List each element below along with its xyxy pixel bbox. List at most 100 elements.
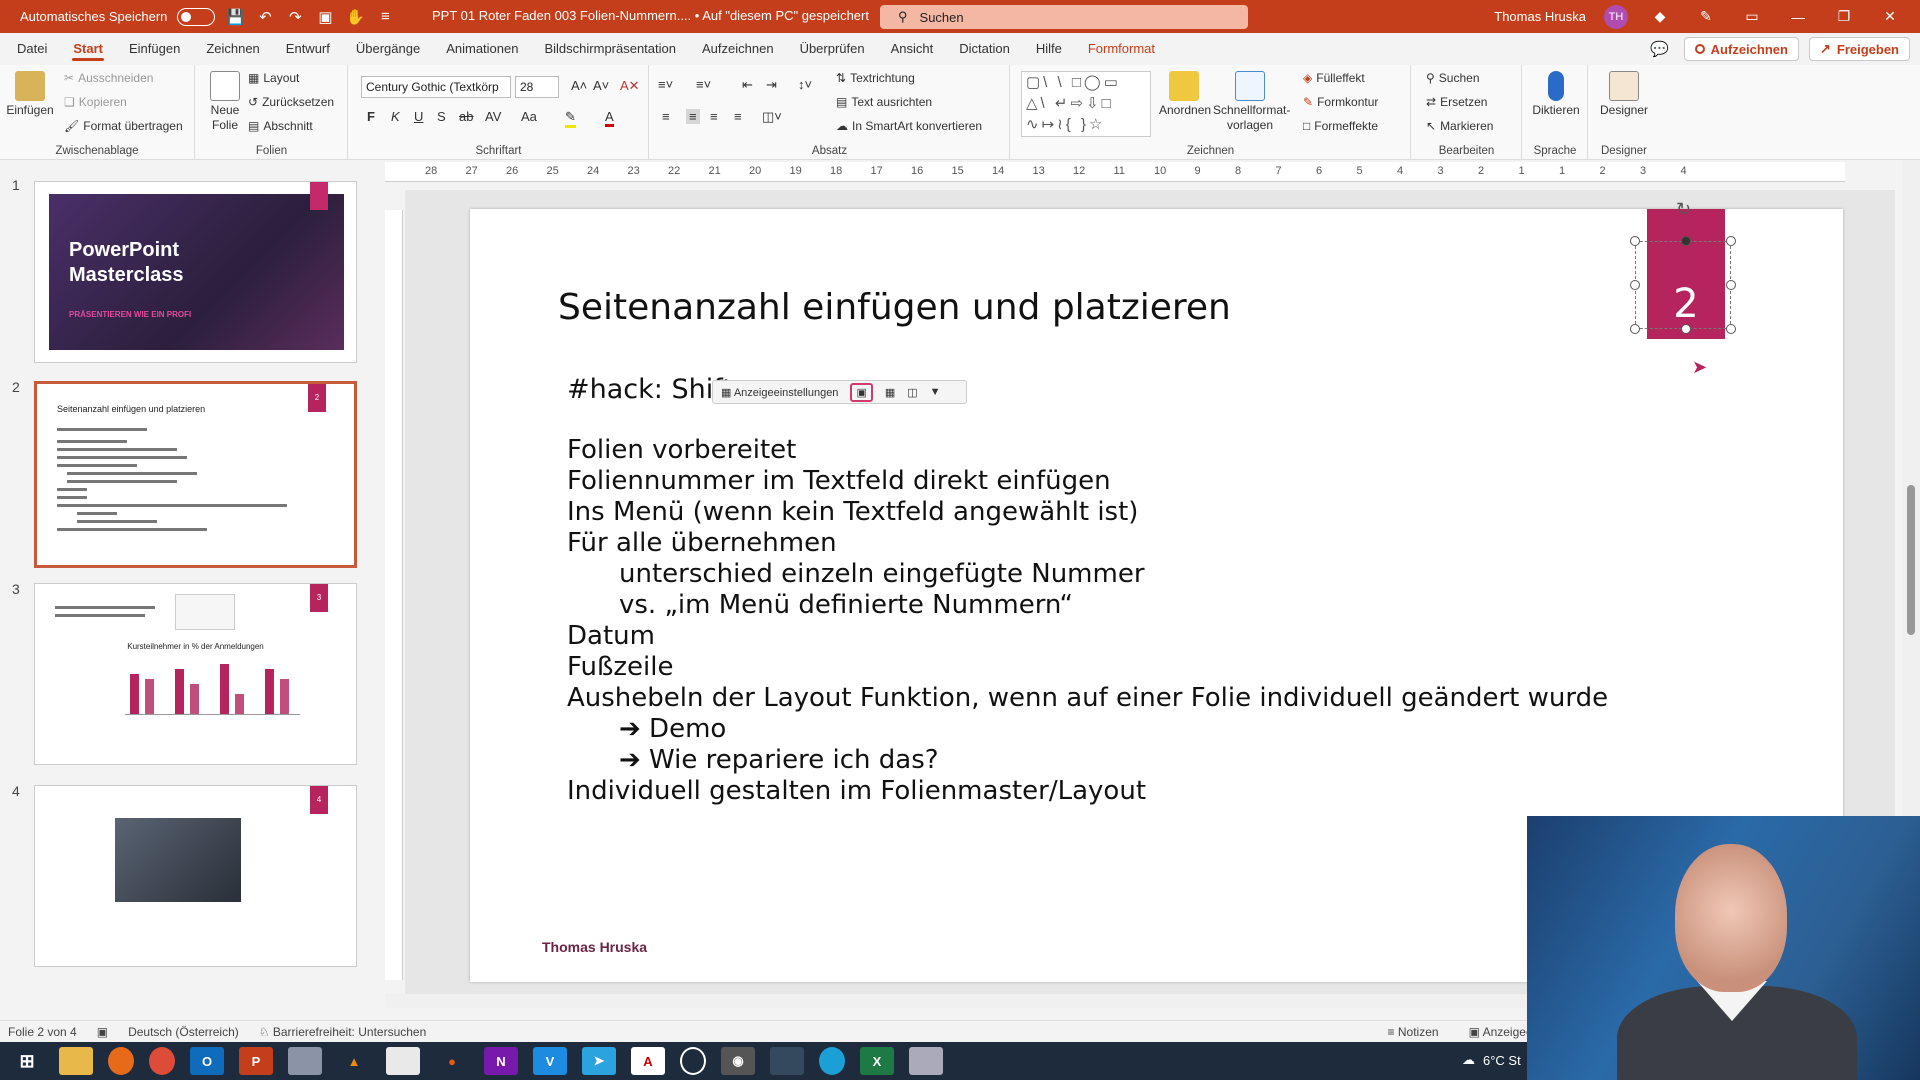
hack-text[interactable]: #hack: Shift (567, 374, 733, 405)
weather-widget[interactable]: ☁ 6°C St (1462, 1052, 1521, 1068)
customize-icon[interactable]: ≡ (375, 7, 395, 27)
obs-icon[interactable] (680, 1047, 706, 1075)
decrease-indent-icon[interactable]: ⇤ (742, 77, 753, 93)
record-button[interactable]: Aufzeichnen (1683, 37, 1799, 61)
shapes-gallery[interactable]: ▢\ \ □◯▭ △\ ↵⇨⇩□ ∿↦≀{ }☆ (1021, 71, 1151, 137)
font-color-icon[interactable]: A (605, 109, 614, 127)
app-icon[interactable] (909, 1047, 943, 1075)
tab-zeichnen[interactable]: Zeichnen (193, 33, 272, 65)
shape-fill-button[interactable]: ◈ Fülleffekt (1303, 71, 1365, 85)
rotate-handle-icon[interactable]: ↻ (1676, 199, 1691, 220)
tab-animationen[interactable]: Animationen (433, 33, 531, 65)
increase-indent-icon[interactable]: ⇥ (766, 77, 777, 93)
app-icon[interactable]: ● (435, 1047, 469, 1075)
close-icon[interactable]: ✕ (1876, 8, 1904, 25)
redo-icon[interactable]: ↷ (285, 7, 305, 27)
designer-button[interactable]: Designer (1595, 71, 1653, 118)
tab-formformat[interactable]: Formformat (1075, 33, 1168, 65)
save-icon[interactable]: 💾 (225, 7, 245, 27)
share-button[interactable]: ↗ Freigeben (1808, 37, 1910, 61)
chrome-icon[interactable] (149, 1047, 175, 1075)
slide-body[interactable]: Folien vorbereitet Foliennummer im Textf… (567, 435, 1608, 807)
resize-handle[interactable] (1681, 236, 1691, 246)
tab-bildschirmpräsentation[interactable]: Bildschirmpräsentation (531, 33, 689, 65)
reset-button[interactable]: ↺ Zurücksetzen (248, 95, 334, 109)
grow-font-icon[interactable]: A˄ (571, 78, 587, 93)
language-status[interactable]: Deutsch (Österreich) (128, 1025, 239, 1039)
windows-start-icon[interactable]: ⊞ (10, 1047, 44, 1075)
bullets-icon[interactable]: ≡˅ (658, 77, 673, 92)
onenote-icon[interactable]: N (484, 1047, 518, 1075)
change-case-icon[interactable]: Aa (521, 109, 537, 124)
file-explorer-icon[interactable] (59, 1047, 93, 1075)
tab-hilfe[interactable]: Hilfe (1023, 33, 1075, 65)
align-center-icon[interactable]: ≡ (686, 109, 700, 124)
columns-icon[interactable]: ◫˅ (762, 109, 782, 125)
thumbnail-slide-4[interactable]: 4 (34, 785, 357, 967)
shrink-font-icon[interactable]: A˅ (593, 78, 609, 93)
bold-button[interactable]: F (367, 109, 375, 124)
edge-icon[interactable] (819, 1047, 845, 1075)
italic-button[interactable]: K (391, 109, 400, 124)
present-icon[interactable]: ▣ (315, 7, 335, 27)
tab-aufzeichnen[interactable]: Aufzeichnen (689, 33, 787, 65)
find-button[interactable]: ⚲ Suchen (1426, 71, 1480, 85)
display-settings-button[interactable]: ▦ Anzeigeeinstellungen (721, 386, 838, 399)
underline-button[interactable]: U (414, 109, 423, 124)
text-direction-button[interactable]: ⇅ Textrichtung (836, 71, 915, 85)
telegram-icon[interactable]: ➤ (582, 1047, 616, 1075)
outlook-icon[interactable]: O (190, 1047, 224, 1075)
thumbnail-slide-1[interactable]: PowerPoint Masterclass PRÄSENTIEREN WIE … (34, 181, 357, 363)
strikethrough-button[interactable]: ab (459, 109, 473, 124)
smartart-button[interactable]: ☁ In SmartArt konvertieren (836, 119, 982, 133)
autosave-toggle[interactable] (177, 7, 216, 26)
slide-footer[interactable]: Thomas Hruska (542, 939, 647, 955)
new-slide-button[interactable]: Neue Folie (204, 71, 246, 133)
app-icon[interactable] (770, 1047, 804, 1075)
restore-icon[interactable]: ❐ (1830, 8, 1858, 25)
resize-handle[interactable] (1681, 324, 1691, 334)
normal-view-icon[interactable]: ▣ (850, 382, 873, 402)
align-left-icon[interactable]: ≡ (662, 109, 670, 124)
undo-icon[interactable]: ↶ (255, 7, 275, 27)
horizontal-scrollbar[interactable] (385, 994, 1535, 1008)
font-family-select[interactable]: Century Gothic (Textkörp (361, 76, 511, 98)
vlc-icon[interactable]: ▲ (337, 1047, 371, 1075)
app-v-icon[interactable]: V (533, 1047, 567, 1075)
shape-effects-button[interactable]: □ Formeffekte (1303, 119, 1378, 133)
tab-entwurf[interactable]: Entwurf (273, 33, 343, 65)
select-button[interactable]: ↖ Markieren (1426, 119, 1493, 133)
powerpoint-icon[interactable]: P (239, 1047, 273, 1075)
search-bar[interactable]: ⚲ Suchen (880, 5, 1248, 29)
numbering-icon[interactable]: ≡˅ (696, 77, 711, 92)
font-size-select[interactable]: 28 (515, 76, 559, 98)
accessibility-status[interactable]: ♘ Barrierefreiheit: Untersuchen (259, 1025, 427, 1039)
resize-handle[interactable] (1630, 236, 1640, 246)
shape-outline-button[interactable]: ✎ Formkontur (1303, 95, 1378, 109)
spellcheck-icon[interactable]: ▣ (97, 1025, 108, 1039)
document-title[interactable]: PPT 01 Roter Faden 003 Folien-Nummern...… (432, 8, 869, 23)
ribbon-display-icon[interactable]: ▭ (1738, 8, 1766, 25)
slide-sorter-icon[interactable]: ▦ (885, 386, 895, 399)
app-icon[interactable] (386, 1047, 420, 1075)
clear-format-icon[interactable]: A✕ (620, 78, 640, 94)
dictate-button[interactable]: Diktieren (1529, 71, 1583, 118)
app-icon[interactable] (288, 1047, 322, 1075)
format-painter-button[interactable]: 🖌 Format übertragen (64, 119, 183, 133)
thumbnail-slide-3[interactable]: 3 Kursteilnehmer in % der Anmeldungen (34, 583, 357, 765)
resize-handle[interactable] (1630, 280, 1640, 290)
excel-icon[interactable]: X (860, 1047, 894, 1075)
section-button[interactable]: ▤ Abschnitt (248, 119, 313, 133)
diamond-icon[interactable]: ◆ (1646, 8, 1674, 25)
char-spacing-icon[interactable]: AV (485, 109, 501, 124)
scrollbar-thumb[interactable] (1907, 485, 1915, 635)
replace-button[interactable]: ⇄ Ersetzen (1426, 95, 1487, 109)
touch-mode-icon[interactable]: ✋ (345, 7, 365, 27)
quick-styles-button[interactable]: Schnellformat-vorlagen (1213, 71, 1290, 133)
cut-button[interactable]: ✂ Ausschneiden (64, 71, 153, 85)
tab-dictation[interactable]: Dictation (946, 33, 1023, 65)
tab-datei[interactable]: Datei (4, 33, 60, 65)
paste-button[interactable]: Einfügen (6, 71, 54, 118)
layout-button[interactable]: ▦ Layout (248, 71, 299, 85)
tab-überprüfen[interactable]: Überprüfen (787, 33, 878, 65)
